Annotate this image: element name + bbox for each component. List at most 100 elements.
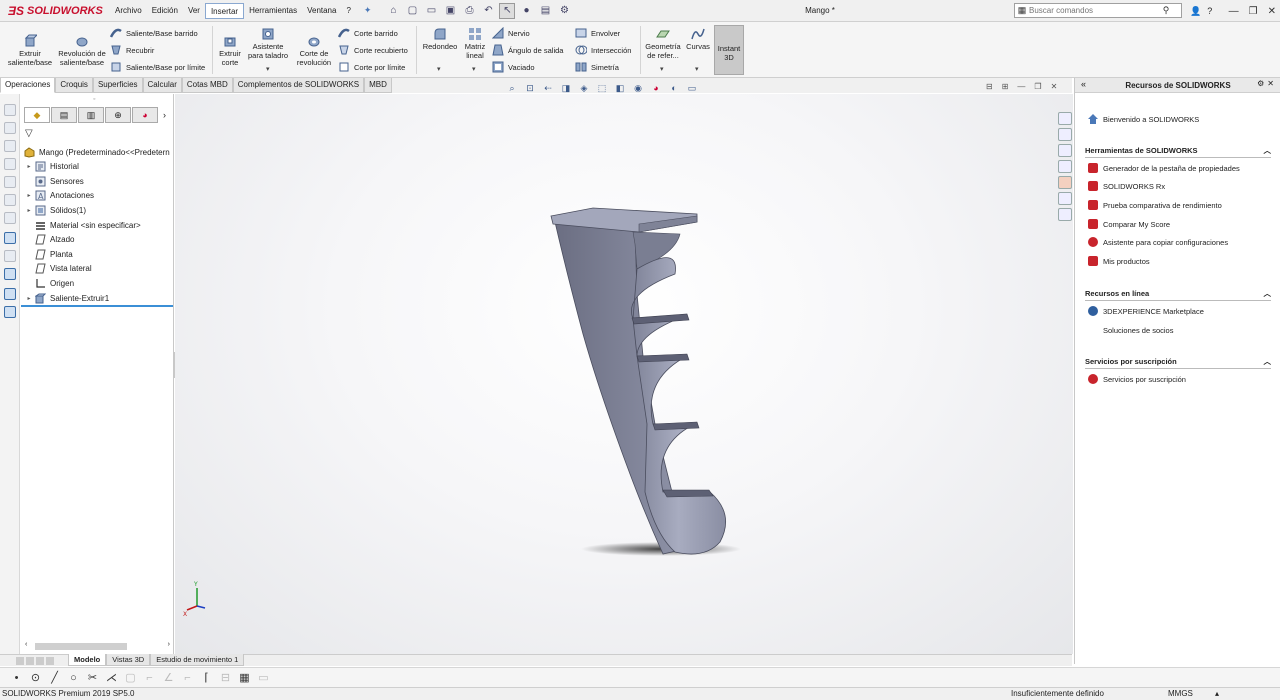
prev-tab-icon[interactable]: [26, 656, 34, 665]
print-icon[interactable]: ⎙: [461, 3, 477, 19]
wrap-button[interactable]: Envolver: [575, 26, 620, 40]
scrollbar-thumb[interactable]: [35, 643, 127, 650]
undo-icon[interactable]: ↶: [480, 3, 496, 19]
pin-icon[interactable]: ✦: [364, 5, 372, 16]
viewport-min-icon[interactable]: —: [1017, 82, 1025, 91]
units-dropdown-icon[interactable]: ▴: [1215, 688, 1219, 700]
solidworks-logo[interactable]: ƎS SOLIDWORKS: [0, 0, 110, 22]
home-icon[interactable]: ⌂: [385, 3, 401, 19]
circle-icon[interactable]: ○: [67, 671, 80, 684]
smart-dimension-icon[interactable]: ⋌: [105, 671, 118, 684]
custom-properties-icon[interactable]: [1058, 192, 1072, 205]
collapse-section-icon[interactable]: ︿: [1264, 145, 1272, 156]
search-input[interactable]: [1029, 6, 1159, 15]
mirror-button[interactable]: Simetría: [575, 60, 619, 74]
traffic-light-icon[interactable]: ●: [518, 3, 534, 19]
file-properties-icon[interactable]: ▤: [537, 3, 553, 19]
tool-icon-5[interactable]: [4, 176, 16, 188]
hide-show-icon[interactable]: ◉: [632, 82, 644, 94]
feature-tree-tab-icon[interactable]: ◆: [24, 107, 50, 123]
viewport-restore-icon[interactable]: ❐: [1034, 82, 1041, 91]
point-icon[interactable]: •: [10, 671, 23, 684]
tool-icon-8[interactable]: [4, 232, 16, 244]
tab-estudio-movimiento[interactable]: Estudio de movimiento 1: [150, 654, 245, 666]
pane-settings-icon[interactable]: ⚙✕: [1257, 79, 1277, 88]
horizontal-scrollbar[interactable]: ‹ ›: [25, 641, 170, 651]
rollback-bar[interactable]: [21, 305, 173, 307]
viewport-minimize-icon[interactable]: ⊟: [986, 82, 993, 91]
rib-button[interactable]: Nervio: [492, 26, 530, 40]
tree-item-saliente-extruir1[interactable]: ▸ Saliente-Extruir1: [25, 291, 109, 305]
tool-icon-9[interactable]: [4, 250, 16, 262]
scroll-right-icon[interactable]: ›: [168, 641, 170, 648]
tool-link-1[interactable]: Generador de la pestaña de propiedades: [1087, 161, 1240, 175]
view-orientation-icon[interactable]: ⬚: [596, 82, 608, 94]
dynamic-annotation-icon[interactable]: ◈: [578, 82, 590, 94]
lofted-cut-button[interactable]: Corte recubierto: [338, 43, 408, 57]
tab-mbd[interactable]: MBD: [364, 78, 392, 93]
display-style-icon[interactable]: ◧: [614, 82, 626, 94]
tool-link-2[interactable]: SOLIDWORKS Rx: [1087, 179, 1165, 193]
swept-boss-button[interactable]: Saliente/Base barrido: [110, 26, 198, 40]
expand-arrow-icon[interactable]: ▸: [25, 295, 33, 302]
menu-ver[interactable]: Ver: [183, 3, 205, 19]
panel-grip-icon[interactable]: ◦: [93, 96, 95, 103]
collapse-section-icon[interactable]: ︿: [1264, 356, 1272, 367]
appearances-icon[interactable]: [1058, 176, 1072, 189]
menu-ventana[interactable]: Ventana: [302, 3, 341, 19]
tab-vistas-3d[interactable]: Vistas 3D: [106, 654, 151, 666]
subscription-link[interactable]: Servicios por suscripción: [1087, 372, 1186, 386]
first-tab-icon[interactable]: [16, 656, 24, 665]
line-icon[interactable]: ╱: [48, 671, 61, 684]
tool-icon-4[interactable]: [4, 158, 16, 170]
curves-dropdown-icon[interactable]: ▾: [695, 65, 699, 73]
reference-geometry-button[interactable]: Geometría de refer...: [642, 27, 684, 60]
reference-geometry-dropdown-icon[interactable]: ▾: [660, 65, 664, 73]
menu-archivo[interactable]: Archivo: [110, 3, 147, 19]
help-icon[interactable]: ?: [1207, 6, 1212, 16]
online-link-1[interactable]: 3DEXPERIENCE Marketplace: [1087, 304, 1204, 318]
tool-icon-11[interactable]: [4, 288, 16, 300]
menu-insertar[interactable]: Insertar: [204, 2, 245, 19]
trim-icon[interactable]: ✂: [86, 671, 99, 684]
revolved-boss-button[interactable]: Revolución de saliente/base: [58, 34, 106, 67]
intersect-button[interactable]: Intersección: [575, 43, 631, 57]
property-manager-tab-icon[interactable]: ▤: [51, 107, 77, 123]
loft-button[interactable]: Recubrir: [110, 43, 154, 57]
search-icon[interactable]: ⚲: [1159, 5, 1173, 16]
hole-wizard-dropdown-icon[interactable]: ▾: [266, 65, 270, 73]
file-explorer-icon[interactable]: [1058, 144, 1072, 157]
scroll-left-icon[interactable]: ‹: [25, 641, 27, 648]
filter-icon[interactable]: ▽: [25, 128, 33, 139]
view-settings-icon[interactable]: ▭: [686, 82, 698, 94]
zoom-area-icon[interactable]: ⊡: [524, 82, 536, 94]
tabs-scroll-right-icon[interactable]: ›: [163, 110, 166, 120]
minimize-icon[interactable]: —: [1229, 6, 1239, 17]
tree-item-solidos[interactable]: ▸ Sólidos(1): [25, 203, 86, 217]
boundary-cut-button[interactable]: Corte por límite: [338, 60, 405, 74]
viewport-tile-icon[interactable]: ⊞: [1002, 82, 1009, 91]
tree-item-historial[interactable]: ▸ Historial: [25, 159, 79, 173]
user-account-icon[interactable]: 👤: [1190, 6, 1201, 17]
center-point-circle-icon[interactable]: ⊙: [29, 671, 42, 684]
tool-icon-2[interactable]: [4, 122, 16, 134]
display-manager-tab-icon[interactable]: ◕: [132, 107, 158, 123]
welcome-link[interactable]: Bienvenido a SOLIDWORKS: [1087, 112, 1199, 126]
tool-icon-10[interactable]: [4, 268, 16, 280]
tab-cotas-mbd[interactable]: Cotas MBD: [181, 78, 233, 93]
tool-link-3[interactable]: Prueba comparativa de rendimiento: [1087, 198, 1222, 212]
tool-icon-1[interactable]: [4, 104, 16, 116]
tree-item-material[interactable]: Material <sin especificar>: [25, 218, 141, 232]
open-folder-icon[interactable]: ▭: [423, 3, 439, 19]
draft-button[interactable]: Ángulo de salida: [492, 43, 563, 57]
dimxpert-tab-icon[interactable]: ⊕: [105, 107, 131, 123]
pattern-dropdown-icon[interactable]: ▾: [472, 65, 476, 73]
zoom-to-fit-icon[interactable]: ⌕: [506, 82, 518, 94]
tree-item-origen[interactable]: Origen: [25, 276, 74, 290]
tree-item-planta[interactable]: Planta: [25, 247, 73, 261]
design-library-icon[interactable]: [1058, 128, 1072, 141]
units-selector[interactable]: MMGS: [1168, 688, 1193, 700]
tab-operaciones[interactable]: Operaciones: [0, 78, 56, 93]
online-link-2[interactable]: Soluciones de socios: [1087, 323, 1173, 337]
tab-calcular[interactable]: Calcular: [142, 78, 182, 93]
